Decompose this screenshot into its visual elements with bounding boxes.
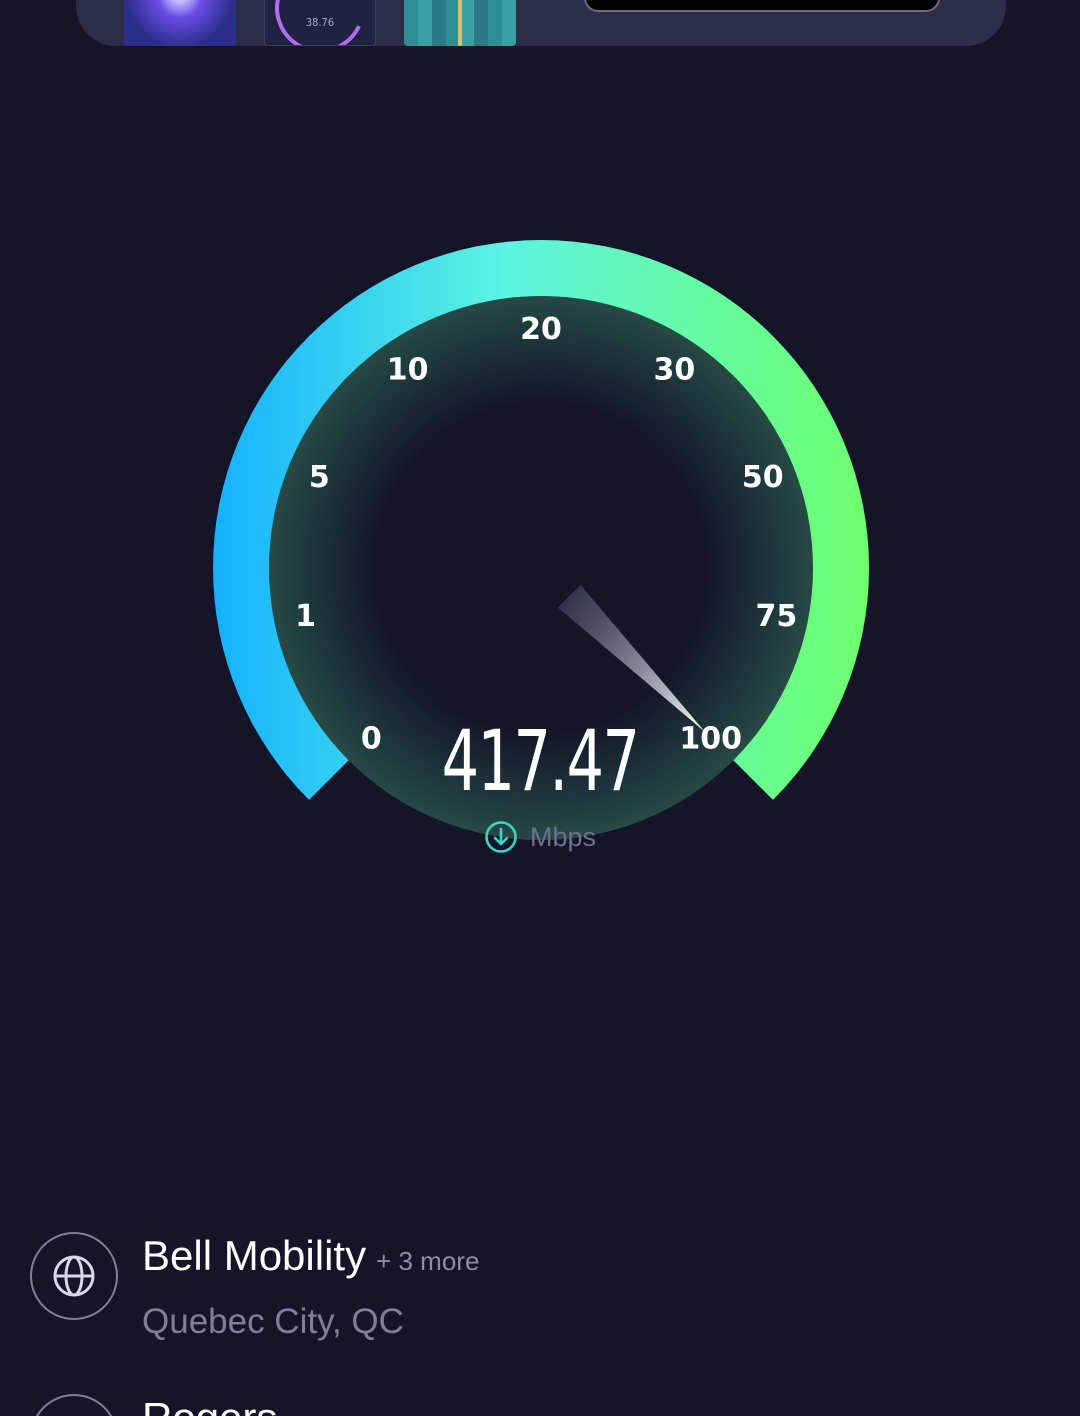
gauge-tick-label: 1 bbox=[295, 599, 316, 634]
server-provider-name[interactable]: Rogers bbox=[142, 1394, 277, 1416]
server-provider-label: Rogers bbox=[142, 1394, 277, 1416]
gauge-tick-label: 10 bbox=[387, 352, 429, 387]
server-provider-label: Bell Mobility bbox=[142, 1232, 367, 1279]
speed-unit-label: Mbps bbox=[529, 821, 597, 852]
globe-icon bbox=[30, 1394, 118, 1416]
gauge-tick-label: 20 bbox=[520, 312, 562, 347]
download-speed-value: 417.47 bbox=[441, 712, 640, 810]
server-location: Quebec City, QC bbox=[142, 1302, 404, 1341]
speed-unit-row: Mbps bbox=[0, 820, 1080, 854]
more-servers-link[interactable]: + 3 more bbox=[376, 1246, 479, 1276]
server-provider-name[interactable]: Bell Mobility + 3 more bbox=[142, 1232, 479, 1280]
speedtest-screen: 38.76 0 1 5 10 20 30 50 75 100 417.47 Mb… bbox=[0, 0, 1080, 1416]
download-icon bbox=[485, 821, 517, 853]
gauge-tick-label: 50 bbox=[742, 460, 784, 495]
gauge-tick-label: 30 bbox=[653, 352, 695, 387]
globe-icon bbox=[30, 1232, 118, 1320]
gauge-tick-label: 5 bbox=[309, 460, 330, 495]
gauge-tick-label: 75 bbox=[756, 599, 798, 634]
